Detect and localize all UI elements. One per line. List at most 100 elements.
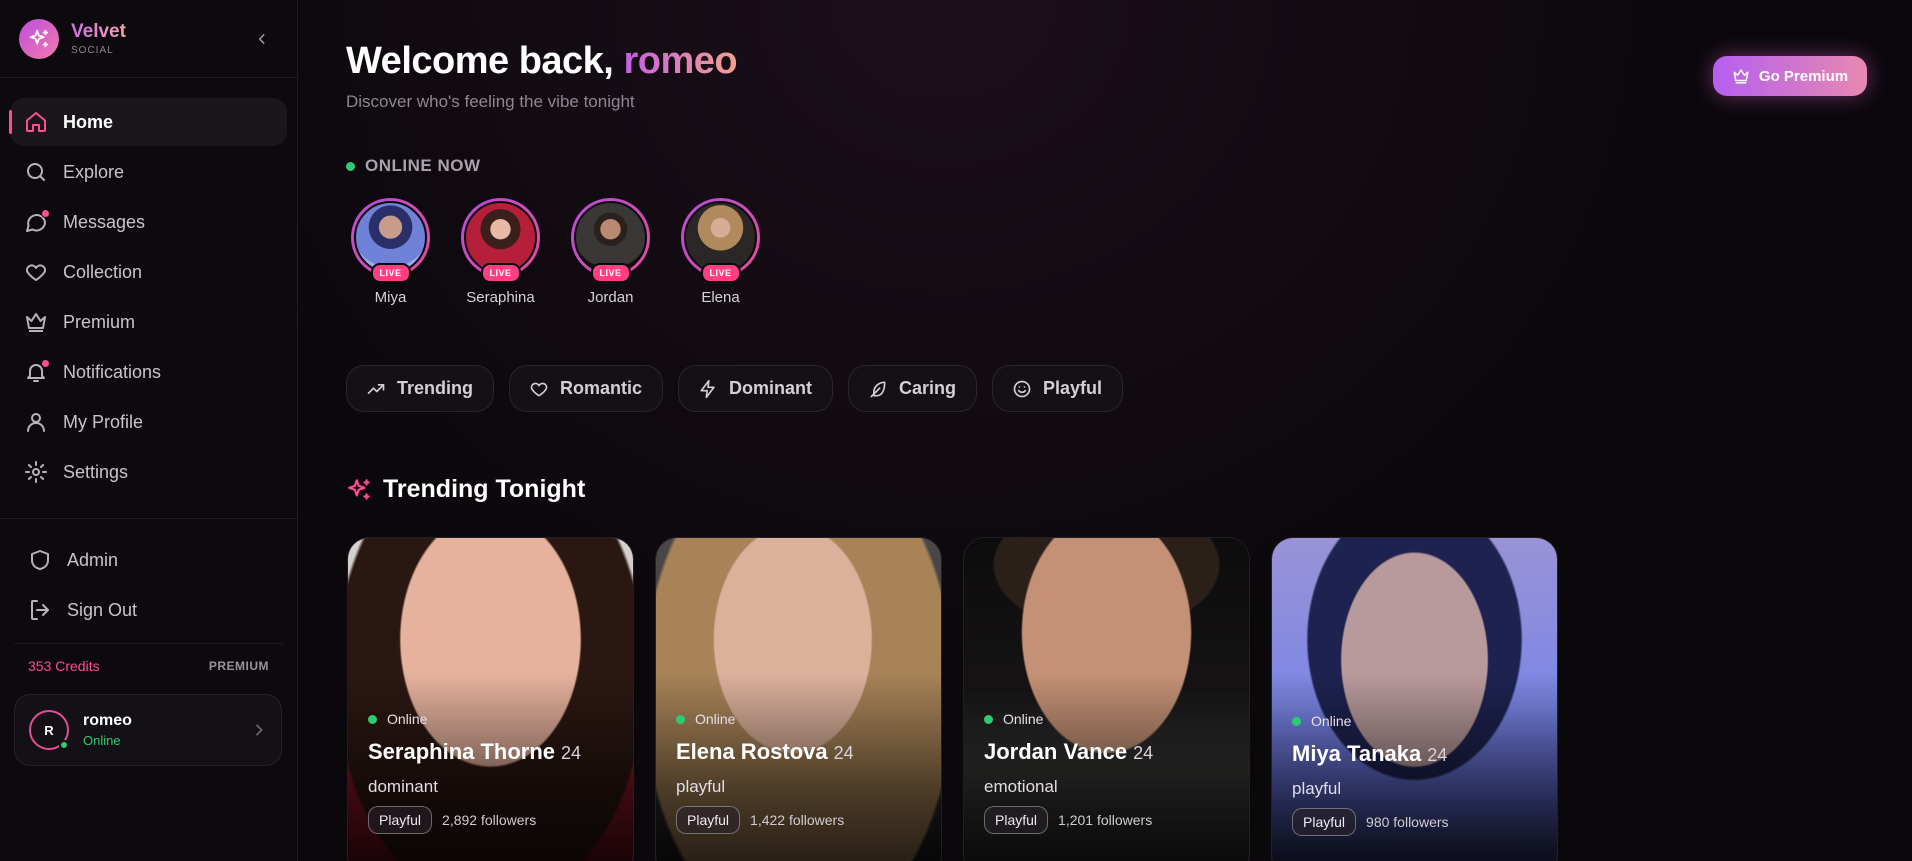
sparkle-icon: [348, 478, 370, 500]
online-now-heading: ONLINE NOW: [346, 156, 481, 176]
card-name: Miya Tanaka: [1292, 741, 1422, 766]
nav-label: Collection: [63, 261, 143, 282]
sidebar: Velvet SOCIAL Home Explore Messages Coll…: [0, 0, 298, 861]
filter-label: Trending: [397, 378, 473, 398]
brand-subtitle: SOCIAL: [71, 45, 114, 56]
card-name: Elena Rostova: [676, 739, 828, 764]
nav-label: Notifications: [63, 361, 162, 382]
nav-label: Sign Out: [67, 599, 138, 620]
main-nav: Home Explore Messages Collection Premium…: [0, 78, 297, 496]
go-premium-button[interactable]: Go Premium: [1713, 56, 1867, 96]
trending-cards: Online Seraphina Thorne 24 dominant Playf…: [347, 537, 1558, 861]
follower-count: 980 followers: [1366, 814, 1449, 830]
online-user-name: Jordan: [587, 289, 634, 306]
sparkle-logo-icon: [19, 18, 59, 59]
nav-item-notifications[interactable]: Notifications: [10, 348, 287, 396]
personality-tag: Playful: [1292, 808, 1357, 836]
card-name: Seraphina Thorne: [368, 739, 556, 764]
shield-icon: [27, 547, 53, 573]
sign-out-icon: [27, 597, 53, 623]
user-profile-card[interactable]: R romeo Online: [14, 694, 282, 766]
go-premium-label: Go Premium: [1758, 67, 1849, 85]
online-user-jordan[interactable]: LIVE Jordan: [571, 198, 650, 306]
home-icon: [23, 109, 49, 135]
user-status: Online: [83, 733, 121, 748]
live-badge: LIVE: [370, 263, 411, 283]
credits-row: 353 Credits PREMIUM: [14, 643, 283, 674]
live-badge: LIVE: [480, 263, 521, 283]
chevron-right-icon: [256, 724, 263, 736]
online-indicator: [59, 740, 69, 750]
card-age: 24: [561, 743, 582, 763]
nav-item-sign-out[interactable]: Sign Out: [15, 586, 282, 634]
trending-icon: [367, 383, 385, 394]
filter-label: Playful: [1043, 378, 1103, 398]
nav-item-settings[interactable]: Settings: [10, 448, 287, 496]
section-heading: Trending Tonight: [346, 475, 585, 504]
filter-romantic[interactable]: Romantic: [509, 365, 664, 412]
heart-icon: [23, 259, 49, 285]
collapse-sidebar-button[interactable]: [251, 28, 273, 50]
follower-count: 1,201 followers: [1058, 812, 1153, 828]
user-name: romeo: [83, 712, 132, 729]
profile-card-miya[interactable]: Online Miya Tanaka 24 playful Playful 980 …: [1271, 537, 1558, 861]
card-mood: dominant: [368, 777, 438, 796]
sidebar-divider: [0, 518, 297, 519]
online-dot: [1292, 716, 1301, 726]
chevron-left-icon: [258, 34, 265, 44]
card-status: Online: [1003, 711, 1044, 727]
nav-label: Explore: [63, 161, 125, 182]
nav-item-messages[interactable]: Messages: [10, 198, 287, 246]
nav-label: Home: [63, 111, 114, 132]
profile-card-jordan[interactable]: Online Jordan Vance 24 emotional Playful 1…: [963, 537, 1250, 861]
crown-icon: [23, 309, 49, 335]
filter-dominant[interactable]: Dominant: [678, 365, 834, 412]
smile-icon: [1013, 380, 1031, 397]
page-title: Welcome back, romeo: [346, 40, 738, 83]
card-mood: emotional: [984, 777, 1058, 796]
profile-card-elena[interactable]: Online Elena Rostova 24 playful Playful 1,…: [655, 537, 942, 861]
personality-tag: Playful: [984, 806, 1049, 834]
nav-item-admin[interactable]: Admin: [15, 536, 282, 584]
follower-count: 2,892 followers: [442, 812, 537, 828]
gear-icon: [23, 459, 49, 485]
section-title: Trending Tonight: [383, 475, 586, 503]
nav-item-my-profile[interactable]: My Profile: [10, 398, 287, 446]
nav-label: Admin: [67, 549, 119, 570]
filter-label: Caring: [899, 378, 957, 398]
profile-card-seraphina[interactable]: Online Seraphina Thorne 24 dominant Playf…: [347, 537, 634, 861]
personality-tag: Playful: [676, 806, 741, 834]
nav-label: My Profile: [63, 411, 144, 432]
nav-label: Premium: [63, 311, 136, 332]
unread-badge: [41, 359, 50, 368]
filter-caring[interactable]: Caring: [848, 365, 978, 412]
online-user-elena[interactable]: LIVE Elena: [681, 198, 760, 306]
brand-name: Velvet: [71, 21, 126, 42]
online-user-miya[interactable]: LIVE Miya: [351, 198, 430, 306]
nav-label: Settings: [63, 461, 129, 482]
filter-playful[interactable]: Playful: [992, 365, 1124, 412]
filter-trending[interactable]: Trending: [346, 365, 494, 412]
lightning-icon: [700, 379, 715, 398]
nav-item-premium[interactable]: Premium: [10, 298, 287, 346]
nav-item-home[interactable]: Home: [9, 98, 287, 146]
card-mood: playful: [1292, 779, 1342, 798]
online-dot: [984, 714, 993, 724]
avatar-initial: R: [44, 722, 54, 738]
welcome-username: romeo: [623, 40, 738, 82]
secondary-nav: Admin Sign Out: [15, 536, 282, 636]
mood-filters: Trending Romantic Dominant Caring Playfu…: [346, 365, 1124, 412]
filter-label: Romantic: [560, 378, 643, 398]
nav-item-explore[interactable]: Explore: [10, 148, 287, 196]
nav-item-collection[interactable]: Collection: [10, 248, 287, 296]
online-dot: [368, 714, 377, 724]
avatar: R: [29, 710, 69, 750]
welcome-text: Welcome back,: [346, 40, 614, 82]
card-mood: playful: [676, 777, 726, 796]
credits-count: 353 Credits: [28, 658, 100, 674]
filter-label: Dominant: [729, 378, 813, 398]
online-user-name: Seraphina: [466, 289, 535, 306]
online-user-seraphina[interactable]: LIVE Seraphina: [461, 198, 540, 306]
online-users-list: LIVE Miya LIVE Seraphina LIVE Jordan LIV…: [351, 198, 760, 306]
card-status: Online: [1311, 713, 1352, 729]
